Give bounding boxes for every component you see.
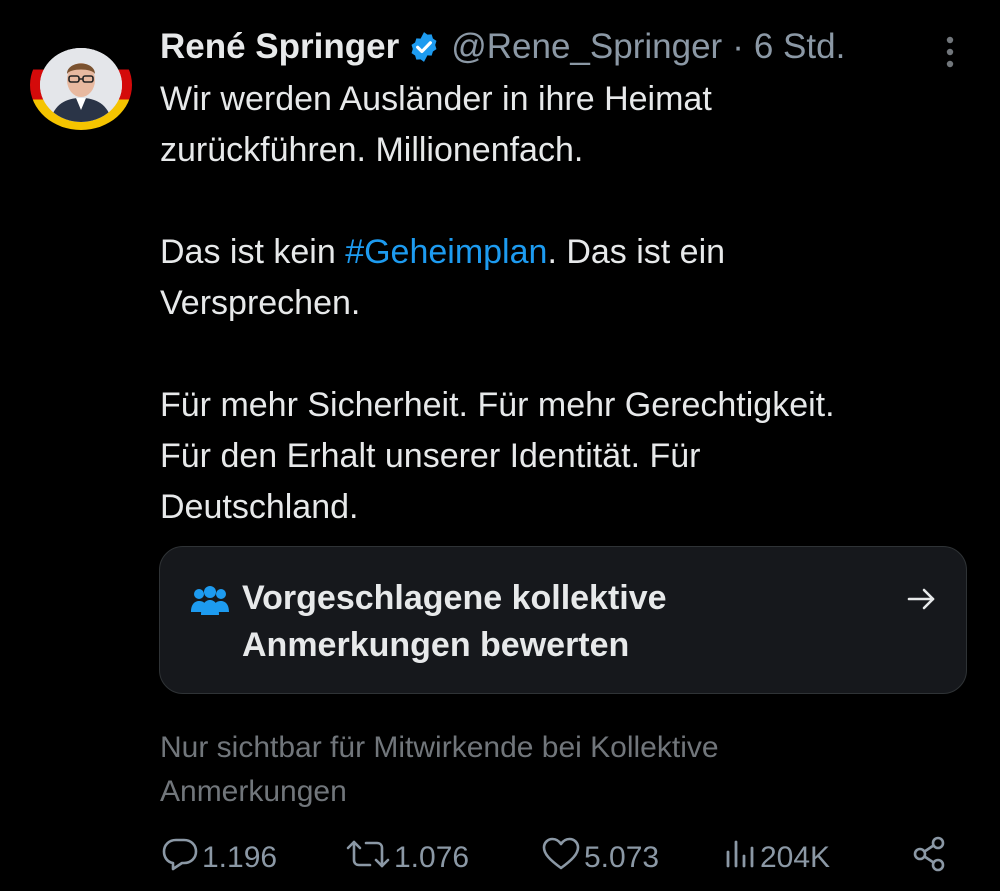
tweet-timestamp[interactable]: 6 Std.: [754, 27, 845, 67]
rate-community-notes-card[interactable]: Vorgeschlagene kollektive Anmerkungen be…: [159, 546, 967, 694]
retweet-count: 1.076: [394, 841, 470, 874]
notes-title-line: Vorgeschlagene kollektive: [242, 579, 667, 617]
heart-icon: [540, 836, 582, 880]
share-button[interactable]: [910, 836, 950, 880]
tweet-text: Wir werden Ausländer in ihre Heimat zurü…: [160, 74, 960, 533]
text-line: Für den Erhalt unserer Identität. Für: [160, 437, 701, 475]
text-line: Versprechen.: [160, 284, 361, 322]
share-icon: [910, 834, 950, 882]
retweet-icon: [344, 836, 392, 880]
text-segment: Das ist kein: [160, 233, 346, 271]
text-line: zurückführen. Millionenfach.: [160, 131, 584, 169]
text-line: Das ist kein #Geheimplan. Das ist ein: [160, 227, 960, 278]
like-count: 5.073: [584, 841, 660, 874]
text-line: Für mehr Sicherheit. Für mehr Gerechtigk…: [160, 386, 835, 424]
author-name[interactable]: René Springer: [160, 27, 399, 67]
text-line: Wir werden Ausländer in ihre Heimat: [160, 80, 712, 118]
notes-title: Vorgeschlagene kollektive Anmerkungen be…: [242, 575, 862, 669]
text-segment: . Das ist ein: [547, 233, 726, 271]
more-options-icon[interactable]: [938, 32, 962, 72]
avatar-photo: [40, 48, 122, 122]
avatar[interactable]: [30, 40, 132, 130]
visibility-line: Anmerkungen: [160, 775, 347, 808]
views-count: 204K: [760, 841, 831, 874]
reply-icon: [160, 836, 200, 880]
text-line: Deutschland.: [160, 488, 359, 526]
notes-title-line: Anmerkungen bewerten: [242, 626, 630, 664]
retweet-button[interactable]: 1.076: [344, 836, 469, 880]
reply-count: 1.196: [202, 841, 278, 874]
visibility-note: Nur sichtbar für Mitwirkende bei Kollekt…: [160, 726, 860, 814]
reply-button[interactable]: 1.196: [160, 836, 277, 880]
tweet-header: René Springer @Rene_Springer · 6 Std.: [160, 24, 845, 70]
tweet[interactable]: René Springer @Rene_Springer · 6 Std. Wi…: [0, 0, 1000, 891]
hashtag-link[interactable]: #Geheimplan: [345, 233, 547, 271]
tweet-actions: 1.196 1.076 5.073 204K: [160, 836, 960, 880]
header-separator: ·: [732, 27, 744, 66]
author-handle[interactable]: @Rene_Springer: [451, 27, 722, 67]
arrow-right-icon: [906, 585, 938, 613]
views-chart-icon: [722, 836, 758, 880]
like-button[interactable]: 5.073: [540, 836, 659, 880]
verified-badge-icon: [407, 30, 441, 64]
views-button[interactable]: 204K: [722, 836, 830, 880]
people-icon: [190, 585, 230, 617]
visibility-line: Nur sichtbar für Mitwirkende bei Kollekt…: [160, 731, 719, 764]
